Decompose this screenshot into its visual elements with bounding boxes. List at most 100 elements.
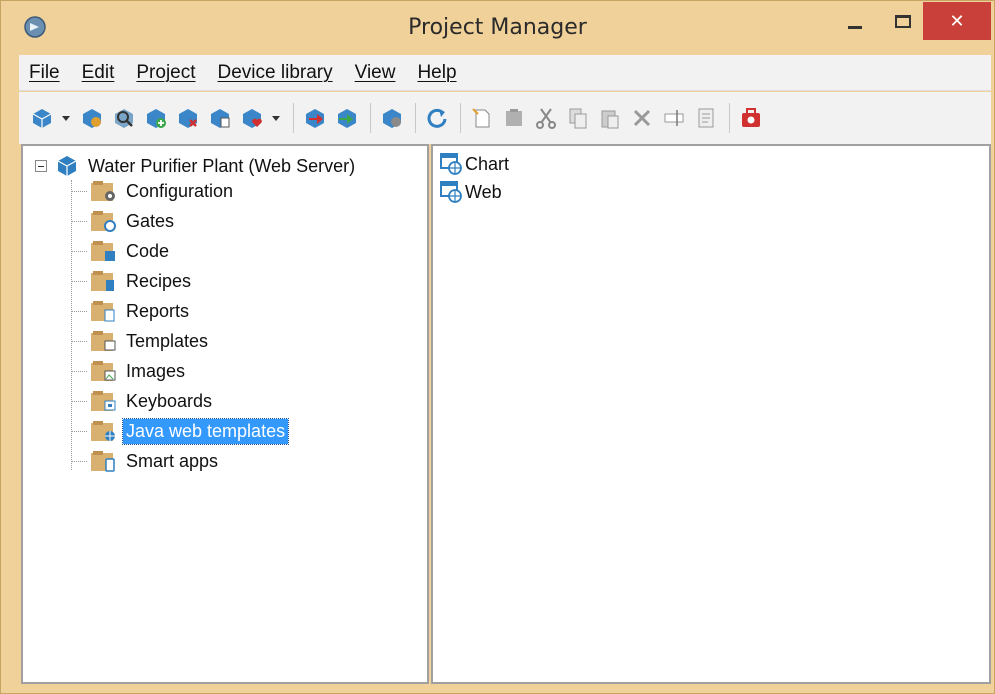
add-device-icon xyxy=(147,109,166,128)
tree-item-recipes[interactable]: Recipes xyxy=(71,266,194,296)
rename-icon xyxy=(664,110,684,126)
search-button[interactable] xyxy=(111,105,137,131)
project-dropdown-arrow[interactable] xyxy=(61,105,71,131)
add-device-button[interactable] xyxy=(143,105,169,131)
tree-connector xyxy=(71,340,87,342)
tree-item-label: Reports xyxy=(126,300,190,321)
title-bar[interactable]: Project Manager ✕ xyxy=(1,1,994,55)
properties-icon xyxy=(698,108,714,128)
menu-edit[interactable]: Edit xyxy=(82,62,115,84)
tree-connector xyxy=(71,370,87,372)
collapse-icon[interactable] xyxy=(35,160,47,172)
configuration-folder-icon xyxy=(91,181,115,201)
build-icon xyxy=(83,109,101,128)
recipes-folder-icon xyxy=(91,271,114,291)
tree-item-label-selected: Java web templates xyxy=(121,417,290,445)
new-button[interactable] xyxy=(469,105,495,131)
tree-connector xyxy=(71,460,87,462)
cut-button[interactable] xyxy=(533,105,559,131)
copy-button[interactable] xyxy=(565,105,591,131)
tree-item-code[interactable]: Code xyxy=(71,236,172,266)
tree-connector xyxy=(71,190,87,192)
content-list-pane[interactable]: Chart Web xyxy=(431,144,991,684)
properties-button[interactable] xyxy=(693,105,719,131)
deploy-icon xyxy=(383,109,401,128)
keyboards-folder-icon xyxy=(91,391,116,411)
tree-item-images[interactable]: Images xyxy=(71,356,188,386)
download-icon xyxy=(338,109,356,128)
tree-connector xyxy=(71,280,87,282)
tree-item-label: Images xyxy=(126,360,186,381)
java-web-templates-folder-icon xyxy=(91,421,115,441)
device-properties-icon xyxy=(211,109,230,128)
menu-help[interactable]: Help xyxy=(417,62,456,84)
toolbar-separator xyxy=(460,103,461,133)
tree-item-gates[interactable]: Gates xyxy=(71,206,177,236)
deploy-button[interactable] xyxy=(379,105,405,131)
tree-item-keyboards[interactable]: Keyboards xyxy=(71,386,215,416)
delete-icon xyxy=(633,109,651,127)
device-favorite-icon xyxy=(243,109,262,128)
project-button[interactable] xyxy=(29,105,55,131)
gates-folder-icon xyxy=(91,211,116,232)
tree-item-reports[interactable]: Reports xyxy=(71,296,192,326)
minimize-button[interactable] xyxy=(833,1,877,41)
list-item-label: Web xyxy=(465,181,502,202)
minimize-icon xyxy=(848,25,862,29)
maximize-button[interactable] xyxy=(881,1,925,41)
toolbox-button[interactable] xyxy=(738,105,764,131)
code-folder-icon xyxy=(91,241,115,261)
search-icon xyxy=(115,109,133,128)
tree-item-label: Templates xyxy=(126,330,209,351)
download-button[interactable] xyxy=(334,105,360,131)
project-icon xyxy=(32,109,52,128)
tree-connector xyxy=(71,220,87,222)
rename-button[interactable] xyxy=(661,105,687,131)
tree-connector xyxy=(71,430,87,432)
folder-button[interactable] xyxy=(501,105,527,131)
menu-view[interactable]: View xyxy=(355,62,396,84)
tree-connector xyxy=(71,400,87,402)
smart-apps-folder-icon xyxy=(91,451,115,472)
tree-item-java-web-templates[interactable]: Java web templates xyxy=(71,416,290,446)
device-dropdown-arrow[interactable] xyxy=(271,105,281,131)
remove-device-button[interactable] xyxy=(175,105,201,131)
tree-item-label: Code xyxy=(126,240,170,261)
reports-folder-icon xyxy=(91,301,115,322)
paste-button[interactable] xyxy=(597,105,623,131)
tree-item-configuration[interactable]: Configuration xyxy=(71,176,236,206)
cut-icon xyxy=(536,108,556,129)
tree-item-smart-apps[interactable]: Smart apps xyxy=(71,446,221,476)
upload-button[interactable] xyxy=(302,105,328,131)
device-properties-button[interactable] xyxy=(207,105,233,131)
list-item-label: Chart xyxy=(465,153,510,174)
tree-item-label: Gates xyxy=(126,210,175,231)
toolbar-separator xyxy=(729,103,730,133)
toolbar-separator xyxy=(415,103,416,133)
menu-file[interactable]: File xyxy=(29,62,60,84)
remove-device-icon xyxy=(179,109,197,128)
web-template-icon xyxy=(440,181,462,203)
refresh-button[interactable] xyxy=(424,105,450,131)
device-favorite-button[interactable] xyxy=(239,105,265,131)
copy-icon xyxy=(569,108,587,129)
list-item-chart[interactable]: Chart xyxy=(439,150,509,178)
project-tree-pane[interactable]: Water Purifier Plant (Web Server) Config… xyxy=(21,144,429,684)
menu-project[interactable]: Project xyxy=(136,62,195,84)
tree-connector xyxy=(71,310,87,312)
build-button[interactable] xyxy=(79,105,105,131)
toolbar-separator xyxy=(370,103,371,133)
close-icon: ✕ xyxy=(949,10,965,32)
menu-device-library[interactable]: Device library xyxy=(218,62,333,84)
close-button[interactable]: ✕ xyxy=(923,2,991,40)
maximize-icon xyxy=(895,14,911,28)
web-template-icon xyxy=(440,153,462,175)
refresh-icon xyxy=(427,108,447,128)
tree-root-label: Water Purifier Plant (Web Server) xyxy=(88,155,356,176)
tree-item-templates[interactable]: Templates xyxy=(71,326,211,356)
delete-button[interactable] xyxy=(629,105,655,131)
toolbox-icon xyxy=(742,108,760,127)
project-icon xyxy=(57,156,77,176)
tree-item-label: Smart apps xyxy=(126,450,219,471)
list-item-web[interactable]: Web xyxy=(439,178,502,206)
